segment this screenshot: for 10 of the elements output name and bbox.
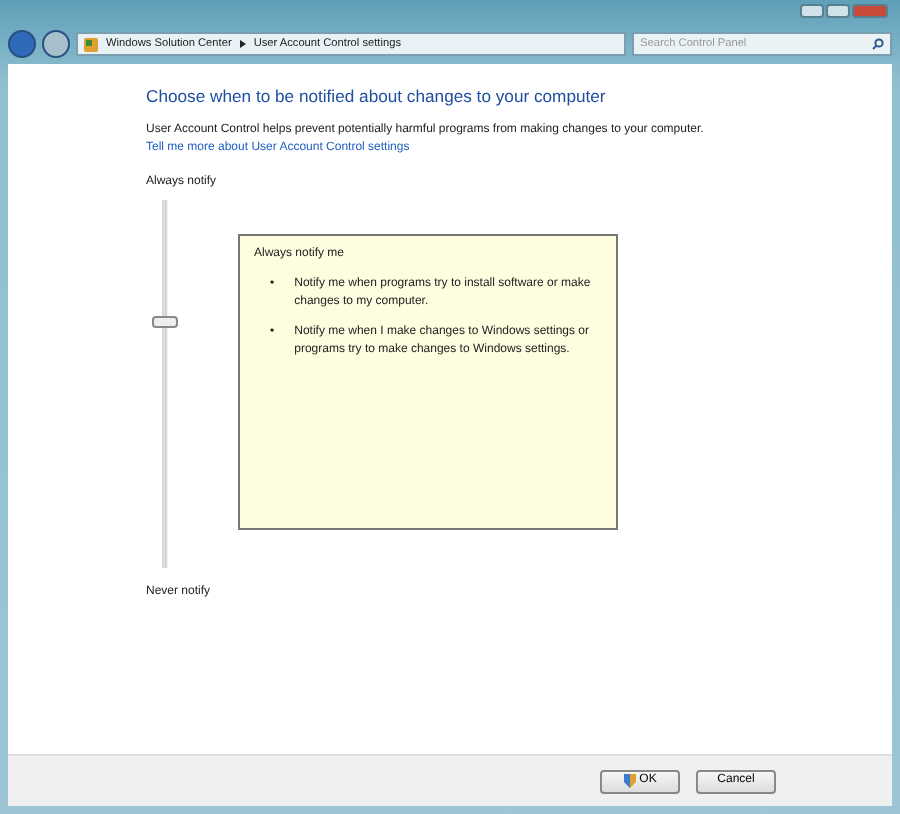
maximize-button[interactable] xyxy=(826,4,850,18)
control-panel-icon xyxy=(84,37,98,51)
forward-button[interactable] xyxy=(42,30,70,58)
back-button[interactable] xyxy=(8,30,36,58)
minimize-button[interactable] xyxy=(800,4,824,18)
chevron-icon xyxy=(239,40,246,48)
slider-thumb[interactable] xyxy=(152,316,178,329)
shield-icon xyxy=(623,774,636,788)
page-heading: Choose when to be notified about changes to your computer xyxy=(146,84,608,110)
search-icon xyxy=(872,38,884,50)
